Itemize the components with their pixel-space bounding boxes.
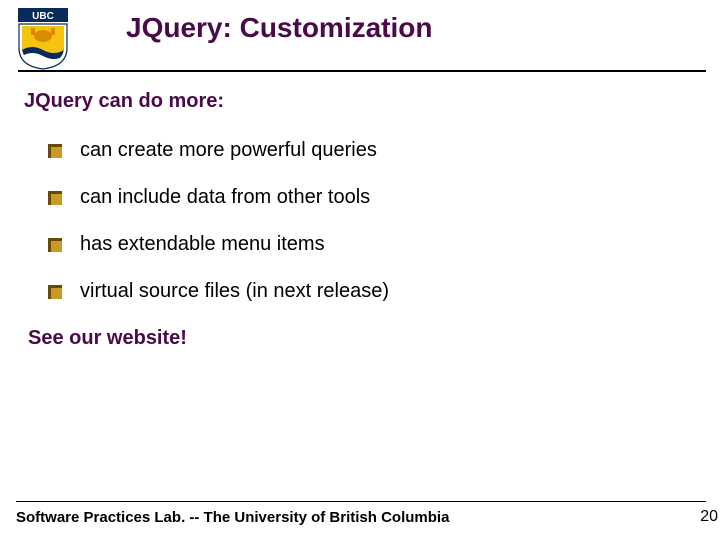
list-item-text: can create more powerful queries	[80, 139, 377, 162]
footer-text: Software Practices Lab. -- The Universit…	[16, 509, 449, 526]
page-number: 20	[700, 508, 718, 526]
subheading: JQuery can do more:	[24, 90, 720, 113]
list-item: can create more powerful queries	[48, 139, 720, 162]
title-wrap: JQuery: Customization	[86, 8, 720, 50]
list-item-text: can include data from other tools	[80, 186, 370, 209]
see-website: See our website!	[28, 327, 720, 350]
bullet-icon	[48, 144, 62, 158]
svg-text:UBC: UBC	[32, 11, 54, 22]
bullet-icon	[48, 285, 62, 299]
page-title: JQuery: Customization	[126, 12, 720, 44]
list-item-text: virtual source files (in next release)	[80, 280, 389, 303]
header-divider	[18, 70, 706, 72]
header: UBC JQuery: Customization	[0, 0, 720, 70]
ubc-logo-icon: UBC	[18, 8, 68, 70]
list-item: has extendable menu items	[48, 233, 720, 256]
list-item-text: has extendable menu items	[80, 233, 325, 256]
bullet-icon	[48, 238, 62, 252]
footer: Software Practices Lab. -- The Universit…	[0, 501, 720, 526]
list-item: virtual source files (in next release)	[48, 280, 720, 303]
list-item: can include data from other tools	[48, 186, 720, 209]
bullet-list: can create more powerful queries can inc…	[48, 139, 720, 303]
footer-divider	[16, 501, 706, 502]
bullet-icon	[48, 191, 62, 205]
